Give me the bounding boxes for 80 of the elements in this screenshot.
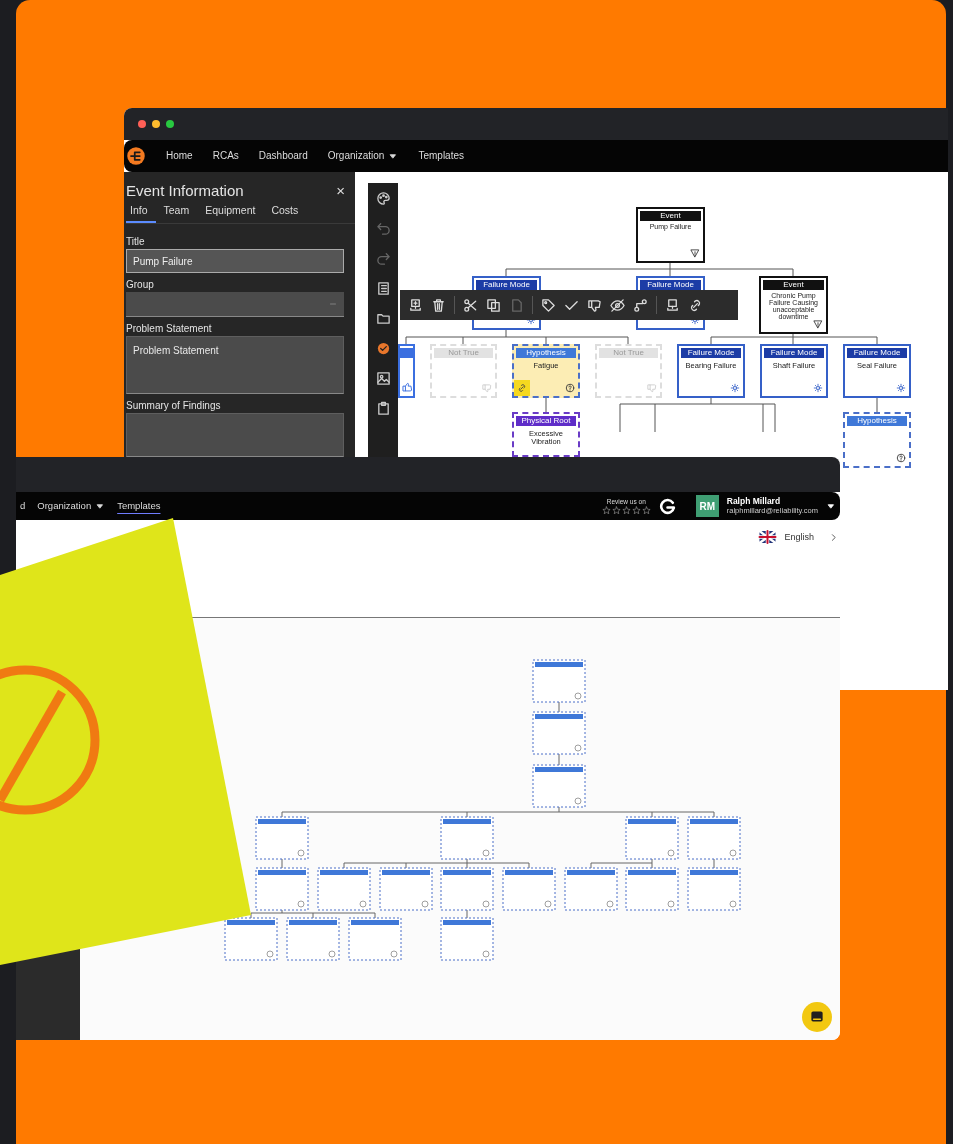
node-header: Not True — [434, 348, 493, 358]
logo-icon[interactable] — [126, 146, 146, 166]
diagram-node[interactable] — [398, 344, 415, 398]
field-label: Group — [126, 279, 155, 290]
nav-link[interactable]: Home — [156, 140, 203, 172]
thumbs-down-icon[interactable] — [587, 297, 602, 313]
star-icon — [611, 505, 621, 515]
field-label: Problem Statement — [126, 323, 213, 334]
chevron-icon — [829, 532, 838, 542]
avatar: RM — [695, 495, 719, 517]
add-node-icon[interactable] — [408, 297, 423, 313]
cog-icon — [896, 383, 906, 393]
field-label: Summary of Findings — [126, 400, 222, 411]
user-name: Ralph Millard — [726, 497, 782, 507]
input-field[interactable]: Pump Failure — [126, 249, 344, 273]
node-header: Failure Mode — [476, 280, 537, 290]
diagram-node[interactable]: Hypothesis — [843, 412, 911, 468]
cog-icon — [813, 383, 823, 393]
logo-icon[interactable] — [658, 497, 676, 515]
node-header: Hypothesis — [516, 348, 576, 358]
question-icon — [565, 383, 575, 393]
question-icon — [896, 453, 906, 463]
star-icon — [601, 505, 611, 515]
hidden-icon[interactable] — [610, 297, 625, 313]
node-icon[interactable] — [665, 297, 680, 313]
badge-icon[interactable] — [375, 341, 391, 356]
nav-link[interactable]: RCAs — [202, 140, 249, 172]
connector — [876, 397, 878, 413]
tab[interactable]: Equipment — [201, 201, 264, 223]
redo-icon[interactable] — [375, 251, 391, 266]
close-button[interactable]: × — [332, 182, 349, 199]
cog-icon — [730, 383, 740, 393]
node-header: Event — [763, 280, 824, 290]
text-area[interactable]: Problem Statement — [126, 336, 344, 394]
thumbs-up-icon — [402, 382, 413, 393]
nav-link[interactable]: d — [16, 492, 34, 520]
warning-icon — [690, 248, 700, 258]
node-header: Event — [640, 211, 701, 221]
node-header: Failure Mode — [764, 348, 824, 358]
node-header: Physical Root — [516, 416, 576, 426]
image-icon[interactable] — [375, 371, 391, 386]
field-label: Title — [126, 236, 146, 247]
select-field[interactable] — [126, 292, 344, 317]
tab[interactable]: Team — [159, 201, 198, 223]
flag-icon — [758, 529, 778, 545]
tab[interactable]: Costs — [267, 201, 307, 223]
text-area[interactable] — [126, 413, 344, 457]
copy-icon[interactable] — [486, 297, 501, 313]
nav-link[interactable]: Templates — [113, 492, 169, 520]
node-header: Hypothesis — [847, 416, 907, 426]
clipboard-icon[interactable] — [375, 401, 391, 416]
palette-icon[interactable] — [375, 191, 391, 206]
nav-link[interactable]: Organization — [317, 140, 409, 172]
link-icon[interactable] — [688, 297, 703, 313]
node-header: Not True — [599, 348, 658, 358]
undo-icon[interactable] — [375, 221, 391, 236]
star-icon — [631, 505, 641, 515]
star-icon — [621, 505, 631, 515]
notebook-icon[interactable] — [375, 281, 391, 296]
node-header: Failure Mode — [681, 348, 741, 358]
nav-link[interactable]: Organization — [33, 492, 114, 520]
connector-icon[interactable] — [633, 297, 648, 313]
connector — [545, 397, 547, 413]
node-header: Failure Mode — [640, 280, 701, 290]
star-icon — [641, 505, 651, 515]
star-rating[interactable] — [601, 505, 651, 515]
tab[interactable]: Info — [126, 201, 156, 223]
thumbs-down-icon — [482, 383, 492, 393]
chat-button[interactable] — [802, 1002, 832, 1032]
panel-title: Event Information — [126, 182, 244, 199]
thumbs-down-icon — [647, 383, 657, 393]
caret-icon[interactable] — [826, 501, 836, 511]
delete-icon[interactable] — [431, 297, 446, 313]
nav-link[interactable]: Templates — [408, 140, 474, 172]
warning-icon — [813, 319, 823, 329]
folder-icon[interactable] — [375, 311, 391, 326]
node-header: Failure Mode — [847, 348, 907, 358]
scissors-icon[interactable] — [463, 297, 478, 313]
nav-link[interactable]: Dashboard — [248, 140, 318, 172]
tag-icon[interactable] — [541, 297, 556, 313]
